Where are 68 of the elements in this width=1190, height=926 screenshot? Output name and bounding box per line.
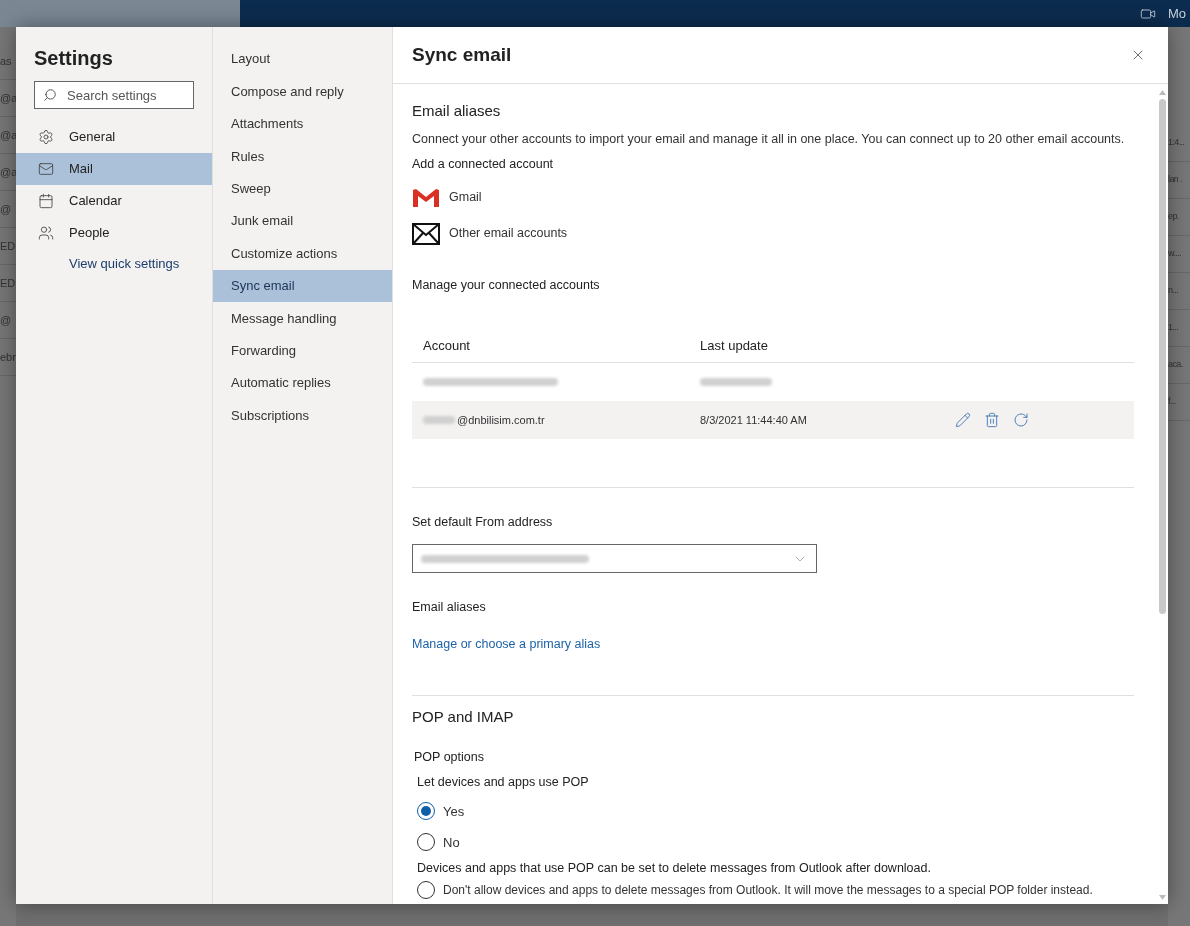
gmail-logo-icon: [412, 187, 440, 208]
category-label: Mail: [69, 160, 93, 179]
subnav-item[interactable]: Sync email: [213, 269, 392, 303]
field-label: Email aliases: [412, 599, 487, 616]
category-label: People: [69, 224, 110, 243]
mail-icon: [38, 161, 54, 177]
category-item[interactable]: Mail: [16, 153, 212, 185]
top-bar-text: Mo: [1168, 4, 1188, 23]
refresh-icon[interactable]: [1013, 412, 1029, 429]
field-label: Set default From address: [412, 514, 554, 532]
envelope-icon: [412, 222, 440, 245]
description-text: Connect your other accounts to import your email and manage it all in one place. You can connect up to 20 other email accounts.: [412, 131, 1126, 148]
subnav-item[interactable]: Message handling: [213, 302, 392, 335]
delete-icon[interactable]: [984, 412, 1000, 429]
people-icon: [38, 225, 54, 241]
account-row[interactable]: @dnbilisim.com.tr 8/3/2021 11:44:40 AM: [412, 401, 1134, 440]
subnav-item[interactable]: Forwarding: [213, 334, 392, 367]
backdrop-text: ebr: [0, 349, 16, 365]
backdrop-text: @: [0, 201, 12, 217]
backdrop-text: as: [0, 53, 12, 69]
subheading: Add a connected account: [412, 155, 555, 173]
blurred-text: [423, 416, 455, 425]
section-heading: POP and IMAP: [412, 706, 515, 727]
provider-option[interactable]: Gmail: [412, 179, 1134, 216]
category-label: General: [69, 128, 116, 147]
search-icon: [43, 88, 57, 102]
category-item[interactable]: General: [16, 121, 212, 153]
settings-title: Settings: [33, 46, 114, 71]
scroll-up-arrow-icon[interactable]: [1158, 90, 1166, 95]
subnav-item[interactable]: Subscriptions: [213, 399, 392, 432]
field-label: POP options: [414, 749, 485, 767]
from-address-dropdown[interactable]: [412, 544, 817, 573]
blurred-text: [700, 378, 772, 387]
category-label: Calendar: [69, 192, 122, 211]
backdrop-text: 1:4...: [1168, 136, 1185, 150]
radio-label: Don't allow devices and apps to delete messages from Outlook. It will move the messages to a special POP folder instead.: [443, 881, 1093, 899]
radio-label: No: [443, 833, 460, 852]
gear-icon: [38, 129, 54, 145]
edit-icon[interactable]: [955, 412, 971, 429]
last-update-text: 8/3/2021 11:44:40 AM: [700, 414, 807, 426]
subnav-item[interactable]: Junk email: [213, 204, 392, 238]
subnav-item[interactable]: Sweep: [213, 172, 392, 205]
search-field[interactable]: Search settings: [34, 81, 194, 109]
category-item[interactable]: Calendar: [16, 185, 212, 217]
panel-title: Sync email: [412, 42, 512, 67]
subnav-item[interactable]: Automatic replies: [213, 366, 392, 400]
subnav-item[interactable]: Layout: [213, 43, 392, 76]
column-header: Account: [422, 336, 471, 355]
backdrop-text: ED: [0, 238, 16, 254]
radio-label: Yes: [443, 802, 465, 821]
subnav-item[interactable]: Attachments: [213, 107, 392, 141]
section-heading: Email aliases: [412, 101, 502, 121]
note-text: Devices and apps that use POP can be set to delete messages from Outlook after download.: [416, 859, 932, 877]
account-email: @dnbilisim.com.tr: [457, 413, 545, 428]
category-item[interactable]: People: [16, 217, 212, 249]
subnav-item[interactable]: Customize actions: [213, 237, 392, 270]
backdrop-text: ED: [0, 275, 16, 291]
column-header: Last update: [700, 336, 768, 355]
field-label: Let devices and apps use POP: [416, 774, 590, 791]
backdrop-text: @: [0, 312, 12, 328]
quick-settings-link[interactable]: View quick settings: [69, 256, 180, 271]
subnav-item[interactable]: Compose and reply: [213, 75, 392, 108]
subnav-item[interactable]: Rules: [213, 140, 392, 173]
alias-link[interactable]: Manage or choose a primary alias: [412, 636, 601, 651]
subheading: Manage your connected accounts: [412, 276, 601, 294]
provider-option[interactable]: Other email accounts: [412, 215, 1134, 252]
calendar-icon: [38, 193, 54, 209]
scroll-down-arrow-icon[interactable]: [1158, 895, 1166, 900]
